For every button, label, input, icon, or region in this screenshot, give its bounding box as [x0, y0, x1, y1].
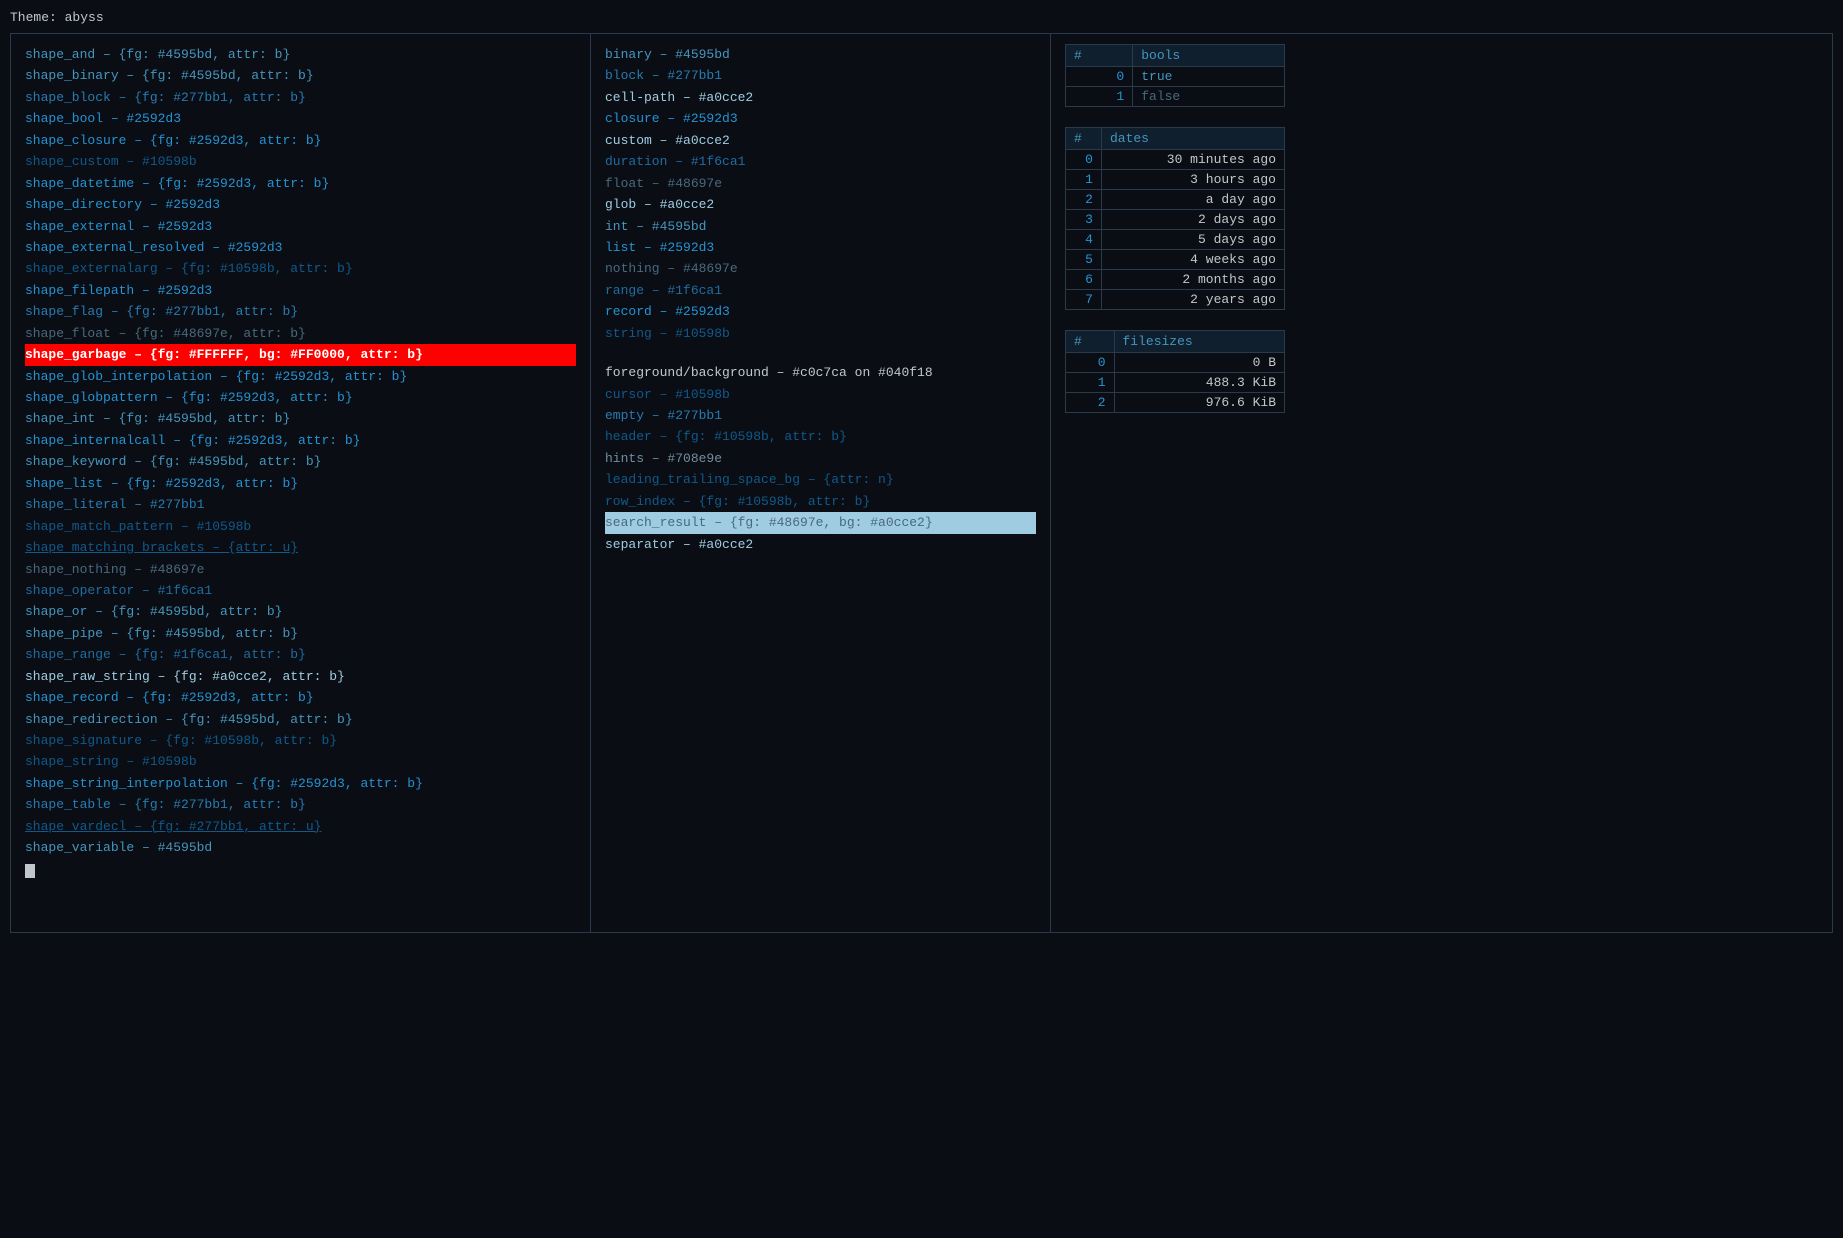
list-item: shape_signature – {fg: #10598b, attr: b} — [25, 730, 576, 751]
list-item: foreground/background – #c0c7ca on #040f… — [605, 362, 1036, 383]
table-row: 0 true — [1066, 67, 1285, 87]
table-row: 6 2 months ago — [1066, 270, 1285, 290]
list-item: shape_string_interpolation – {fg: #2592d… — [25, 773, 576, 794]
list-item: header – {fg: #10598b, attr: b} — [605, 426, 1036, 447]
mid-column: binary – #4595bd block – #277bb1 cell-pa… — [591, 34, 1051, 932]
list-item: shape_internalcall – {fg: #2592d3, attr:… — [25, 430, 576, 451]
filesizes-col-hash: # — [1066, 331, 1115, 353]
list-item: shape_raw_string – {fg: #a0cce2, attr: b… — [25, 666, 576, 687]
bools-col-hash: # — [1066, 45, 1133, 67]
list-item: shape_or – {fg: #4595bd, attr: b} — [25, 601, 576, 622]
list-item: block – #277bb1 — [605, 65, 1036, 86]
row-val: false — [1133, 87, 1285, 107]
row-num: 1 — [1066, 87, 1133, 107]
left-column: shape_and – {fg: #4595bd, attr: b} shape… — [11, 34, 591, 932]
list-item: record – #2592d3 — [605, 301, 1036, 322]
list-item: shape_pipe – {fg: #4595bd, attr: b} — [25, 623, 576, 644]
list-item: shape_and – {fg: #4595bd, attr: b} — [25, 44, 576, 65]
bools-col-label: bools — [1133, 45, 1285, 67]
table-row: 1 3 hours ago — [1066, 170, 1285, 190]
dates-col-hash: # — [1066, 128, 1102, 150]
list-item: empty – #277bb1 — [605, 405, 1036, 426]
theme-title: Theme: abyss — [10, 10, 1833, 25]
list-item: shape_redirection – {fg: #4595bd, attr: … — [25, 709, 576, 730]
dates-table: # dates 0 30 minutes ago 1 3 hours ago 2 — [1065, 127, 1285, 310]
list-item: shape_table – {fg: #277bb1, attr: b} — [25, 794, 576, 815]
list-item: shape_custom – #10598b — [25, 151, 576, 172]
list-item: binary – #4595bd — [605, 44, 1036, 65]
list-item: shape_flag – {fg: #277bb1, attr: b} — [25, 301, 576, 322]
list-item: shape_float – {fg: #48697e, attr: b} — [25, 323, 576, 344]
list-item: shape_matching_brackets – {attr: u} — [25, 537, 576, 558]
filesizes-table: # filesizes 0 0 B 1 488.3 KiB 2 — [1065, 330, 1285, 413]
dates-col-label: dates — [1101, 128, 1284, 150]
list-item: shape_directory – #2592d3 — [25, 194, 576, 215]
list-item: string – #10598b — [605, 323, 1036, 344]
table-row: 1 false — [1066, 87, 1285, 107]
list-item: shape_externalarg – {fg: #10598b, attr: … — [25, 258, 576, 279]
shape-garbage-line: shape_garbage – {fg: #FFFFFF, bg: #FF000… — [25, 344, 576, 365]
filesizes-col-label: filesizes — [1114, 331, 1285, 353]
list-item: shape_literal – #277bb1 — [25, 494, 576, 515]
list-item: nothing – #48697e — [605, 258, 1036, 279]
filesizes-table-wrap: # filesizes 0 0 B 1 488.3 KiB 2 — [1065, 330, 1818, 413]
list-item: custom – #a0cce2 — [605, 130, 1036, 151]
list-item: shape_external – #2592d3 — [25, 216, 576, 237]
list-item: float – #48697e — [605, 173, 1036, 194]
list-item: hints – #708e9e — [605, 448, 1036, 469]
list-item: duration – #1f6ca1 — [605, 151, 1036, 172]
search-result-line: search_result – {fg: #48697e, bg: #a0cce… — [605, 512, 1036, 533]
right-column: # bools 0 true 1 false — [1051, 34, 1832, 932]
list-item: shape_block – {fg: #277bb1, attr: b} — [25, 87, 576, 108]
list-item: shape_bool – #2592d3 — [25, 108, 576, 129]
list-item: shape_nothing – #48697e — [25, 559, 576, 580]
list-item: shape_binary – {fg: #4595bd, attr: b} — [25, 65, 576, 86]
table-row: 0 30 minutes ago — [1066, 150, 1285, 170]
list-item: shape_operator – #1f6ca1 — [25, 580, 576, 601]
list-item: row_index – {fg: #10598b, attr: b} — [605, 491, 1036, 512]
list-item: cursor – #10598b — [605, 384, 1036, 405]
list-item: shape_glob_interpolation – {fg: #2592d3,… — [25, 366, 576, 387]
list-item: shape_int – {fg: #4595bd, attr: b} — [25, 408, 576, 429]
main-container: shape_and – {fg: #4595bd, attr: b} shape… — [10, 33, 1833, 933]
list-item: leading_trailing_space_bg – {attr: n} — [605, 469, 1036, 490]
cursor-line — [25, 859, 576, 880]
list-item: closure – #2592d3 — [605, 108, 1036, 129]
table-row: 2 a day ago — [1066, 190, 1285, 210]
list-item: shape_string – #10598b — [25, 751, 576, 772]
list-item: shape_list – {fg: #2592d3, attr: b} — [25, 473, 576, 494]
list-item: list – #2592d3 — [605, 237, 1036, 258]
bools-table: # bools 0 true 1 false — [1065, 44, 1285, 107]
table-row: 1 488.3 KiB — [1066, 373, 1285, 393]
table-row: 3 2 days ago — [1066, 210, 1285, 230]
table-row: 0 0 B — [1066, 353, 1285, 373]
list-item: shape_external_resolved – #2592d3 — [25, 237, 576, 258]
list-item: range – #1f6ca1 — [605, 280, 1036, 301]
bools-table-wrap: # bools 0 true 1 false — [1065, 44, 1818, 107]
table-row: 5 4 weeks ago — [1066, 250, 1285, 270]
list-item: shape_keyword – {fg: #4595bd, attr: b} — [25, 451, 576, 472]
list-item: cell-path – #a0cce2 — [605, 87, 1036, 108]
table-row: 4 5 days ago — [1066, 230, 1285, 250]
list-item: shape_match_pattern – #10598b — [25, 516, 576, 537]
row-num: 0 — [1066, 67, 1133, 87]
list-item: shape_record – {fg: #2592d3, attr: b} — [25, 687, 576, 708]
list-item: shape_filepath – #2592d3 — [25, 280, 576, 301]
list-item: glob – #a0cce2 — [605, 194, 1036, 215]
table-row: 7 2 years ago — [1066, 290, 1285, 310]
list-item: shape_range – {fg: #1f6ca1, attr: b} — [25, 644, 576, 665]
list-item: int – #4595bd — [605, 216, 1036, 237]
row-val: true — [1133, 67, 1285, 87]
list-item: shape_vardecl – {fg: #277bb1, attr: u} — [25, 816, 576, 837]
list-item: shape_closure – {fg: #2592d3, attr: b} — [25, 130, 576, 151]
table-row: 2 976.6 KiB — [1066, 393, 1285, 413]
list-item: shape_datetime – {fg: #2592d3, attr: b} — [25, 173, 576, 194]
list-item: shape_globpattern – {fg: #2592d3, attr: … — [25, 387, 576, 408]
list-item: shape_variable – #4595bd — [25, 837, 576, 858]
dates-table-wrap: # dates 0 30 minutes ago 1 3 hours ago 2 — [1065, 127, 1818, 310]
list-item: separator – #a0cce2 — [605, 534, 1036, 555]
